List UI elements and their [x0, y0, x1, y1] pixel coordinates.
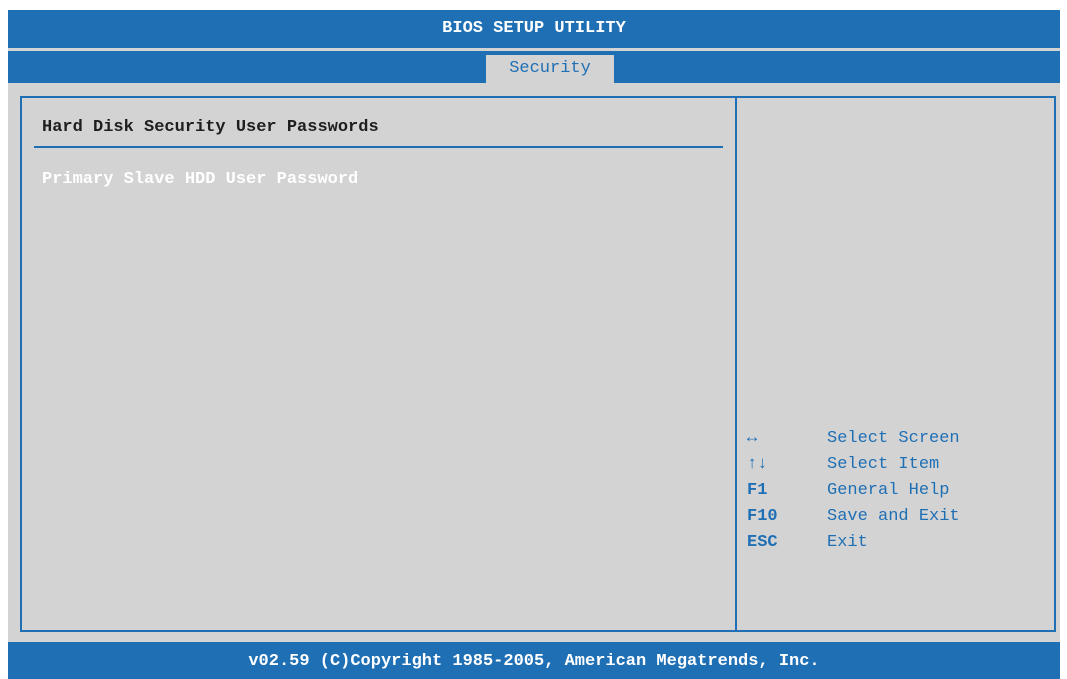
- app-title: BIOS SETUP UTILITY: [442, 19, 626, 38]
- tab-bar: Security: [8, 51, 1060, 83]
- copyright-text: v02.59 (C)Copyright 1985-2005, American …: [248, 652, 820, 671]
- footer-bar: v02.59 (C)Copyright 1985-2005, American …: [8, 642, 1060, 679]
- key-help-list: ↔ Select Screen ↑↓ Select Item F1 General H…: [747, 426, 1047, 556]
- help-desc-save-exit: Save and Exit: [827, 507, 960, 526]
- help-key-f10: F10: [747, 507, 778, 526]
- help-row-exit: ESC Exit: [747, 530, 1047, 556]
- settings-pane: Hard Disk Security User Passwords Primar…: [22, 98, 735, 630]
- left-right-arrow-icon: ↔: [747, 429, 758, 448]
- title-bar: BIOS SETUP UTILITY: [8, 10, 1060, 48]
- help-desc-select-screen: Select Screen: [827, 429, 960, 448]
- help-row-select-screen: ↔ Select Screen: [747, 426, 1047, 452]
- help-desc-select-item: Select Item: [827, 455, 940, 474]
- help-pane: ↔ Select Screen ↑↓ Select Item F1 General H…: [735, 98, 1056, 630]
- help-desc-exit: Exit: [827, 533, 868, 552]
- section-divider: [34, 146, 723, 148]
- tab-security-label: Security: [509, 59, 591, 78]
- help-row-select-item: ↑↓ Select Item: [747, 452, 1047, 478]
- main-frame: Hard Disk Security User Passwords Primar…: [20, 96, 1056, 632]
- tab-security[interactable]: Security: [486, 55, 614, 83]
- help-row-save-exit: F10 Save and Exit: [747, 504, 1047, 530]
- bios-screen: BIOS SETUP UTILITY Security Hard Disk Se…: [8, 10, 1060, 679]
- help-key-esc: ESC: [747, 533, 778, 552]
- help-key-f1: F1: [747, 481, 768, 500]
- up-down-arrow-icon: ↑↓: [747, 455, 768, 474]
- help-desc-general-help: General Help: [827, 481, 950, 500]
- section-title: Hard Disk Security User Passwords: [42, 118, 379, 137]
- help-row-general-help: F1 General Help: [747, 478, 1047, 504]
- primary-slave-hdd-user-password-item[interactable]: Primary Slave HDD User Password: [42, 168, 358, 192]
